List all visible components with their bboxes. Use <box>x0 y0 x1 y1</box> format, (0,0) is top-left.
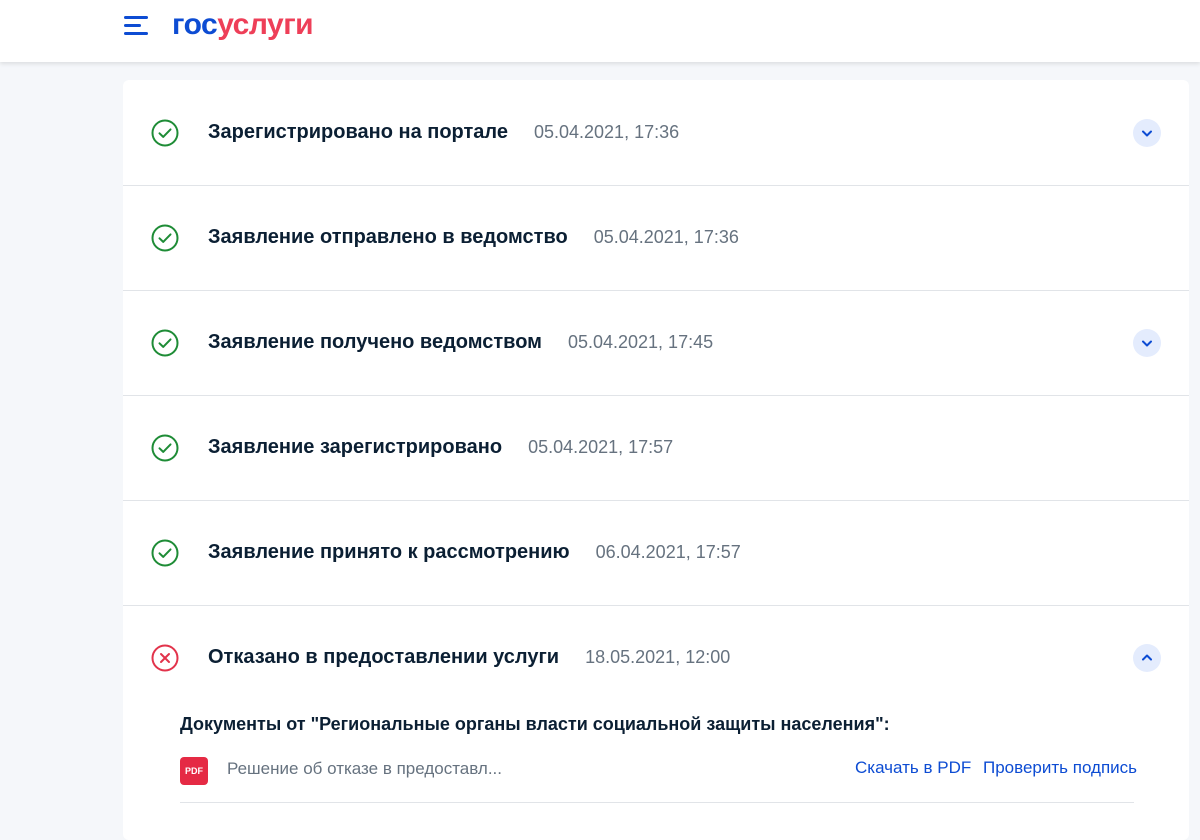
check-circle-icon <box>151 119 179 147</box>
timeline-item-title-text: Заявление принято к рассмотрению <box>208 541 570 563</box>
expand-button[interactable] <box>1133 119 1161 147</box>
collapse-button[interactable] <box>1133 644 1161 672</box>
menu-icon[interactable] <box>124 16 148 36</box>
timeline-item-title: Заявление получено ведомством 05.04.2021,… <box>208 330 713 354</box>
download-pdf-link[interactable]: Скачать в PDF <box>855 758 971 778</box>
timeline-item-title-text: Заявление отправлено в ведомство <box>208 226 568 248</box>
timeline-item-title-text: Отказано в предоставлении услуги <box>208 646 560 668</box>
timeline-item-title: Заявление зарегистрировано 05.04.2021, 17… <box>208 435 673 459</box>
gosuslugi-logo[interactable]: госуслуги <box>172 8 314 42</box>
check-circle-icon <box>151 224 179 252</box>
timeline-item-date: 06.04.2021, 17:57 <box>595 542 741 562</box>
timeline-item: Зарегистрировано на портале 05.04.2021, 1… <box>123 80 1189 186</box>
chevron-down-icon <box>1142 130 1152 137</box>
status-history-card: Зарегистрировано на портале 05.04.2021, 1… <box>123 80 1189 840</box>
timeline-item-title-text: Зарегистрировано на портале <box>208 121 508 143</box>
divider <box>180 802 1134 803</box>
expand-button[interactable] <box>1133 329 1161 357</box>
timeline-item-title: Отказано в предоставлении услуги 18.05.20… <box>208 645 730 669</box>
timeline-item-date: 05.04.2021, 17:57 <box>528 437 674 457</box>
check-circle-icon <box>151 434 179 462</box>
check-circle-icon <box>151 329 179 357</box>
documents-heading: Документы от "Региональные органы власти… <box>180 714 890 734</box>
logo-part-gos: гос <box>172 8 218 41</box>
timeline-item-title-text: Заявление зарегистрировано <box>208 436 503 458</box>
timeline-item-title: Заявление отправлено в ведомство 05.04.20… <box>208 225 739 249</box>
pdf-file-icon: PDF <box>180 757 208 785</box>
timeline-item: Заявление зарегистрировано 05.04.2021, 17… <box>123 395 1189 501</box>
timeline-item-date: 05.04.2021, 17:36 <box>533 122 680 142</box>
logo-part-uslugi: услуги <box>217 8 314 41</box>
timeline-item: Заявление принято к рассмотрению 06.04.20… <box>123 500 1189 606</box>
timeline-item-title: Заявление принято к рассмотрению 06.04.20… <box>208 540 741 564</box>
chevron-up-icon <box>1142 654 1152 661</box>
chevron-down-icon <box>1142 340 1152 347</box>
top-header: госуслуги <box>0 0 1200 62</box>
timeline-item: Заявление отправлено в ведомство 05.04.20… <box>123 185 1189 291</box>
x-circle-icon <box>151 644 179 672</box>
check-circle-icon <box>151 539 179 567</box>
timeline-item-title: Зарегистрировано на портале 05.04.2021, 1… <box>208 120 679 144</box>
timeline-item: Заявление получено ведомством 05.04.2021,… <box>123 290 1189 396</box>
timeline-item-date: 18.05.2021, 12:00 <box>585 647 731 667</box>
timeline-item-date: 05.04.2021, 17:45 <box>567 332 714 352</box>
verify-signature-link[interactable]: Проверить подпись <box>983 758 1137 778</box>
document-name[interactable]: Решение об отказе в предоставл... <box>227 759 502 779</box>
timeline-item-date: 05.04.2021, 17:36 <box>593 227 739 247</box>
timeline-item-title-text: Заявление получено ведомством <box>208 331 542 353</box>
